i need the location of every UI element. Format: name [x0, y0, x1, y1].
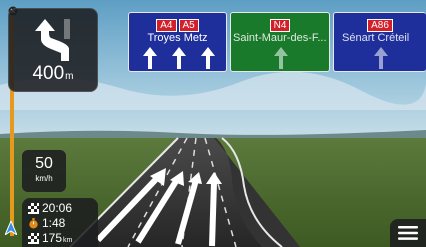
current-position-icon [5, 221, 17, 235]
signpost-destinations: Saint-Maur-des-F... [233, 32, 327, 44]
checkered-flag-icon [28, 233, 39, 244]
time-left-value: 1:48 [42, 216, 66, 230]
road-number: A5 [178, 19, 199, 32]
signpost-n4: N4 Saint-Maur-des-F... [230, 12, 330, 72]
stopwatch-icon [29, 218, 38, 229]
menu-icon [398, 226, 418, 240]
straight-arrow-icon [374, 47, 388, 69]
menu-button[interactable] [390, 219, 426, 247]
straight-arrow-icon [143, 47, 157, 69]
distance-to-maneuver: 400m [32, 63, 74, 84]
eta-value: 20:06 [42, 201, 73, 215]
straight-arrow-icon [201, 47, 215, 69]
keep-left-arrow-icon [35, 19, 70, 61]
speed-unit: km/h [35, 174, 53, 183]
signpost-destinations: Troyes Metz [147, 32, 208, 44]
road-number: N4 [269, 19, 291, 32]
next-maneuver-panel[interactable]: 400m [8, 8, 98, 92]
road-number: A86 [367, 19, 393, 32]
trip-info-panel[interactable]: 20:06 1:48 175km [22, 198, 98, 247]
checkered-flag-icon [28, 203, 39, 214]
current-speed: 50 km/h [22, 150, 66, 192]
distance-left-unit: km [63, 237, 73, 244]
speed-value: 50 [35, 155, 53, 172]
signpost-a4-a5: A4 A5 Troyes Metz [128, 12, 227, 72]
signpost-destinations: Sénart Créteil [342, 32, 410, 44]
road-number: A4 [156, 19, 177, 32]
straight-arrow-icon [274, 47, 288, 69]
signpost-a86: A86 Sénart Créteil [333, 12, 426, 72]
straight-arrow-icon [172, 47, 186, 69]
distance-left-value: 175 [42, 231, 63, 245]
